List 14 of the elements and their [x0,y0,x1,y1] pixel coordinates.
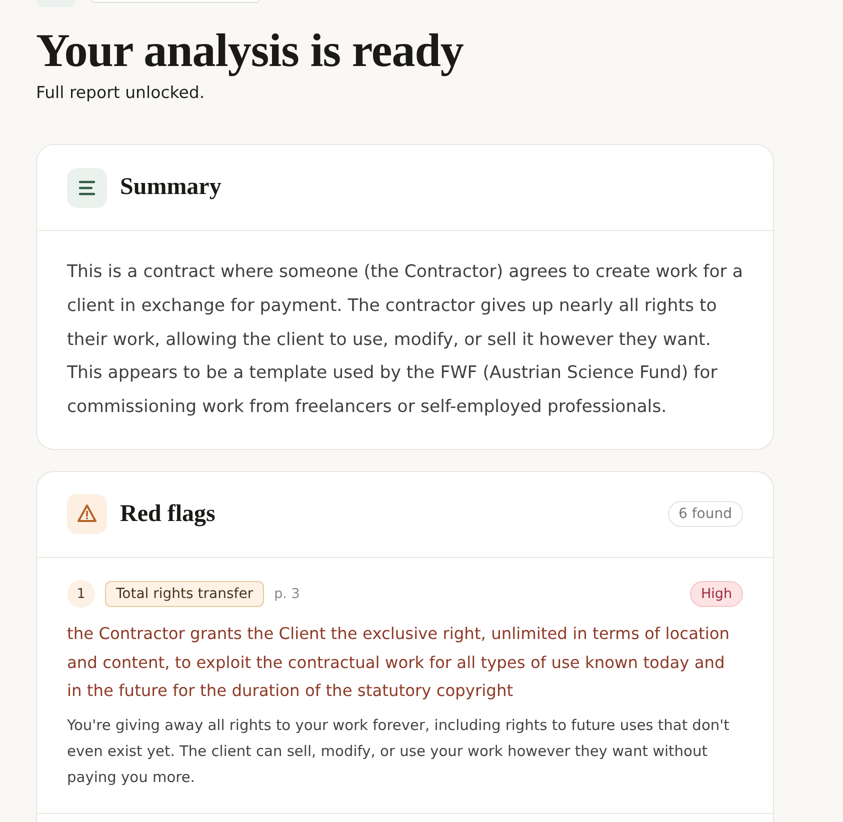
summary-paragraph: This is a contract where someone (the Contractor) agrees to create work for a client in exchange for payment. The contractor gives up nearly all rights to their work, allowing the client to use, modify, or sell it however they want. This appears to be a template used by the FWF (Austrian Science Fund) for commissioning work from freelancers or self-employed professionals. [67,261,743,420]
quoted-clause: the Contractor grants the Client the exclusive right, unlimited in terms of location and content, to exploit the contractual work for all types of use known today and in the future for the duration of the statutory copyright [67,622,730,702]
page-reference: p. 3 [274,586,300,602]
severity-badge: High [690,580,743,607]
count-badge: 6 found [668,501,743,528]
item-number: 1 [67,580,95,608]
explanation-text: You're giving away all rights to your work forever, including rights to future uses that don't even exist yet. The client can sell, modify, or use your work however they want without paying you more. [67,716,730,788]
text-lines-icon [67,168,107,208]
category-tag: Total rights transfer [105,580,264,607]
page-title: Your analysis is ready [36,24,464,78]
card-title: Summary [120,174,222,201]
warning-icon [67,494,107,534]
card-title: Red flags [120,500,216,528]
page-subtitle: Full report unlocked. [36,82,206,104]
